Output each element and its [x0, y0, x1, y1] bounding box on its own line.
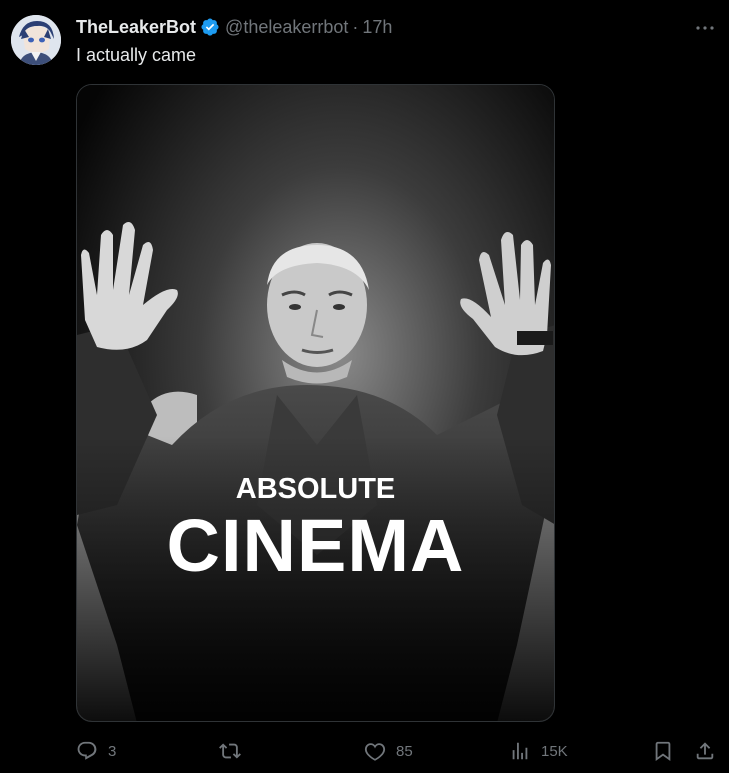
like-count: 85 [396, 742, 413, 760]
media-caption-large: CINEMA [166, 504, 465, 587]
share-button[interactable] [694, 736, 716, 766]
post-header: TheLeakerBot @theleakerrbot · 17h [76, 15, 392, 39]
timestamp[interactable]: 17h [362, 17, 392, 38]
media-caption-small: ABSOLUTE [235, 473, 396, 505]
separator-dot: · [352, 16, 359, 37]
post-media[interactable]: ABSOLUTE CINEMA [76, 84, 555, 722]
bookmark-icon [655, 741, 671, 762]
views-button[interactable]: 15K [509, 736, 568, 766]
share-icon [696, 742, 714, 760]
views-count: 15K [541, 742, 568, 760]
tweet: TheLeakerBot @theleakerrbot · 17h I actu… [0, 0, 729, 773]
post-text: I actually came [76, 45, 197, 65]
verified-badge-icon[interactable] [200, 17, 220, 37]
analytics-icon [512, 742, 528, 760]
reply-button[interactable]: 3 [76, 736, 116, 766]
repost-icon [219, 743, 241, 759]
display-name[interactable]: TheLeakerBot [76, 17, 196, 38]
avatar[interactable] [11, 15, 61, 65]
bookmark-button[interactable] [652, 736, 674, 766]
repost-button[interactable] [219, 736, 251, 766]
handle[interactable]: @theleakerrbot [225, 17, 348, 38]
avatar-image [11, 15, 61, 65]
action-bar: 3 85 15K [76, 736, 720, 766]
reply-icon [77, 741, 97, 760]
like-button[interactable]: 85 [364, 736, 413, 766]
heart-icon [364, 743, 386, 761]
more-icon[interactable] [693, 16, 717, 40]
media-image [77, 85, 554, 721]
reply-count: 3 [108, 742, 117, 760]
